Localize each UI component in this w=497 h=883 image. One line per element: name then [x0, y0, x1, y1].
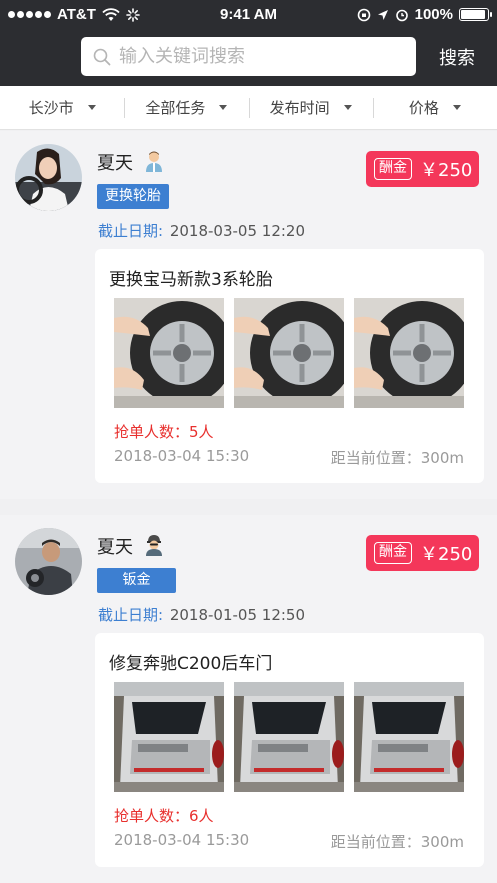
deadline-row: 截止日期: 2018-01-05 12:50	[98, 604, 305, 625]
caret-down-icon	[452, 105, 461, 110]
deadline-value: 2018-01-05 12:50	[169, 606, 306, 624]
reward-button[interactable]: 酬金 ￥250	[366, 535, 479, 571]
posted-time: 2018-03-04 15:30	[114, 447, 250, 465]
task-card[interactable]: 修复奔驰C200后车门 抢单人数：6人 2018-03-04 15:30 距当前…	[95, 633, 484, 867]
search-box	[81, 37, 416, 76]
filter-label: 全部任务	[145, 99, 206, 117]
status-bar: AT&T 9:41 AM 100%	[0, 0, 497, 30]
task-title: 修复奔驰C200后车门	[109, 654, 273, 674]
task-photo[interactable]	[354, 682, 464, 792]
filter-price-dropdown[interactable]: 价格	[372, 96, 497, 120]
search-input[interactable]	[119, 46, 399, 67]
location-arrow-icon	[377, 9, 388, 20]
caret-down-icon	[87, 105, 96, 110]
filter-label: 价格	[408, 99, 439, 117]
grab-count: 抢单人数：6人	[114, 807, 214, 825]
filter-bar: 长沙市 全部任务 发布时间 价格	[0, 86, 497, 130]
distance: 距当前位置：300m	[330, 449, 464, 467]
task-photos	[114, 682, 465, 792]
worker-person-icon	[146, 535, 162, 556]
reward-badge: 酬金	[374, 542, 412, 564]
alarm-clock-icon	[395, 9, 408, 21]
posted-time: 2018-03-04 15:30	[114, 831, 250, 849]
grab-count: 抢单人数：5人	[114, 423, 214, 441]
search-icon	[93, 48, 111, 65]
search-button[interactable]: 搜索	[432, 44, 482, 70]
caret-down-icon	[219, 105, 228, 110]
category-tag: 更换轮胎	[97, 184, 169, 209]
task-photos	[114, 298, 465, 408]
deadline-label: 截止日期:	[98, 222, 164, 240]
task-title: 更换宝马新款3系轮胎	[109, 270, 273, 290]
reward-button[interactable]: 酬金 ￥250	[366, 151, 479, 187]
filter-publish-time-dropdown[interactable]: 发布时间	[248, 96, 373, 120]
task-photo[interactable]	[354, 298, 464, 408]
task-post: 夏天 更换轮胎 截止日期: 2018-03-05 12:20 酬金 ￥250 更…	[0, 131, 497, 499]
poster-name: 夏天	[97, 153, 133, 174]
caret-down-icon	[343, 105, 352, 110]
category-tag: 钣金	[97, 568, 176, 593]
deadline-value: 2018-03-05 12:20	[169, 222, 306, 240]
reward-badge: 酬金	[374, 158, 412, 180]
filter-label: 发布时间	[269, 99, 330, 117]
mechanic-person-icon	[146, 151, 162, 172]
task-card[interactable]: 更换宝马新款3系轮胎 抢单人数：5人 2018-03-04 15:30 距当前位…	[95, 249, 484, 483]
task-post: 夏天 钣金 截止日期: 2018-01-05 12:50 酬金 ￥250 修复奔…	[0, 515, 497, 883]
task-photo[interactable]	[234, 682, 344, 792]
filter-label: 长沙市	[28, 99, 74, 117]
task-photo[interactable]	[234, 298, 344, 408]
filter-task-type-dropdown[interactable]: 全部任务	[124, 96, 248, 120]
top-header: AT&T 9:41 AM 100% 输入关键词搜索 搜索	[0, 0, 497, 86]
task-photo[interactable]	[114, 298, 224, 408]
avatar[interactable]	[15, 528, 82, 595]
poster-name: 夏天	[97, 537, 133, 558]
distance: 距当前位置：300m	[330, 833, 464, 851]
deadline-row: 截止日期: 2018-03-05 12:20	[98, 220, 305, 241]
deadline-label: 截止日期:	[98, 606, 164, 624]
filter-city-dropdown[interactable]: 长沙市	[0, 96, 124, 120]
reward-amount: ￥250	[420, 544, 473, 565]
battery-icon	[459, 8, 492, 21]
task-photo[interactable]	[114, 682, 224, 792]
battery-percent: 100%	[414, 6, 453, 23]
avatar[interactable]	[15, 144, 82, 211]
reward-amount: ￥250	[420, 160, 473, 181]
rotation-lock-icon	[357, 8, 370, 21]
